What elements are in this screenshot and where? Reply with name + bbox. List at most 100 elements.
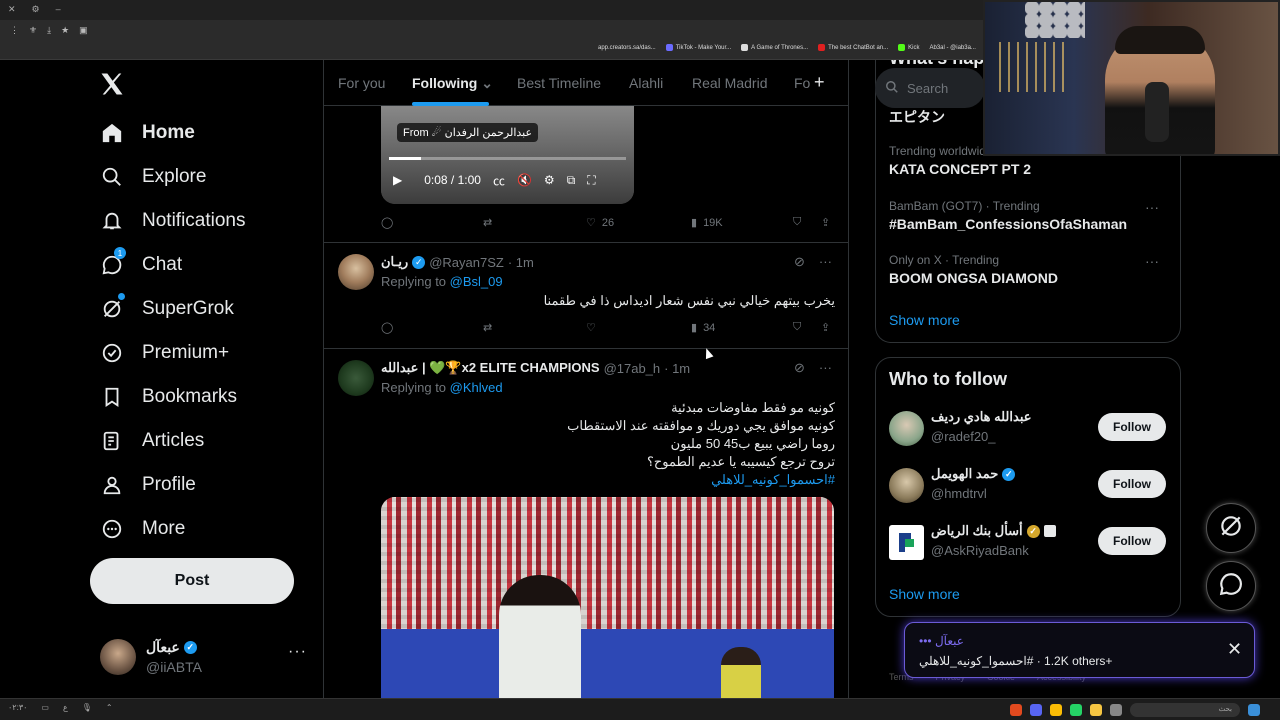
reply-mention-link[interactable]: @Bsl_09 <box>450 274 503 289</box>
keyboard-lang[interactable]: ع <box>63 703 68 712</box>
tab-alahli[interactable]: Alahli <box>629 75 663 91</box>
chevron-up-icon[interactable]: ⌃ <box>106 703 113 712</box>
follow-suggestion[interactable]: عبدالله هادي رديف @radef20_ Follow <box>889 409 1169 449</box>
tweet-author-handle[interactable]: @Rayan7SZ <box>429 255 504 270</box>
follow-suggestion[interactable]: حمد الهويمل ✓ @hmdtrvl Follow <box>889 466 1169 506</box>
tweet-time[interactable]: · 1m <box>508 255 534 270</box>
retweet-icon[interactable]: ⇄ <box>483 321 492 334</box>
follow-button[interactable]: Follow <box>1098 527 1166 555</box>
chrome-icon[interactable] <box>1050 704 1062 716</box>
nav-supergrok[interactable]: SuperGrok <box>100 293 234 324</box>
settings-gear-icon[interactable]: ⚙ <box>544 173 555 187</box>
add-tab-icon[interactable]: + <box>814 72 825 93</box>
tab-best-timeline[interactable]: Best Timeline <box>517 75 601 91</box>
avatar[interactable] <box>338 360 374 396</box>
heart-icon[interactable]: ♡ <box>586 321 596 334</box>
fullscreen-icon[interactable]: ⛶ <box>587 173 595 188</box>
bookmark-item[interactable]: Ab3al - @iab3a... <box>929 44 975 51</box>
grok-icon[interactable]: ⊘ <box>794 254 805 270</box>
video-source-label[interactable]: From ☄ عبدالرحمن الرفدان <box>397 123 539 142</box>
reply-icon[interactable]: ◯ <box>381 321 393 334</box>
bookmark-item[interactable]: TikTok - Make Your... <box>665 44 731 51</box>
account-switcher[interactable]: عبعآل ✓ @iiABTA ··· <box>100 637 310 679</box>
retweet-icon[interactable]: ⇄ <box>483 216 492 229</box>
app-icon[interactable] <box>1110 704 1122 716</box>
hashtag-link[interactable]: #احسموا_كونيه_للاهلي <box>381 471 835 489</box>
mute-icon[interactable]: 🔇 <box>517 173 532 187</box>
extension-icon[interactable]: ⚜ <box>29 25 37 36</box>
follow-button[interactable]: Follow <box>1098 470 1166 498</box>
trend-item[interactable]: BamBam (GOT7) · Trending #BamBam_Confess… <box>889 199 1169 232</box>
views-button[interactable]: ▮ 34 <box>691 321 715 335</box>
show-more-link[interactable]: Show more <box>889 586 960 602</box>
x-logo-icon[interactable] <box>98 70 126 98</box>
views-button[interactable]: ▮ 19K <box>691 216 723 230</box>
more-dots-icon[interactable]: ··· <box>1145 253 1159 269</box>
tweet-author-handle[interactable]: @17ab_h <box>604 361 661 376</box>
nav-profile[interactable]: Profile <box>100 470 196 500</box>
close-window-icon[interactable]: ✕ <box>8 4 16 15</box>
tab-fo[interactable]: Fo <box>794 75 810 91</box>
play-icon[interactable]: ▶ <box>393 173 402 187</box>
tweet-time[interactable]: · 1m <box>664 361 690 376</box>
start-icon[interactable] <box>1248 704 1260 716</box>
follow-suggestion[interactable]: أسأل بنك الرياض ✓ @AskRiyadBank Follow <box>889 523 1169 563</box>
menu-dots-icon[interactable]: ⋮ <box>10 25 19 36</box>
taskbar-search[interactable]: بحث <box>1130 703 1240 717</box>
tweet-photo[interactable] <box>381 497 834 720</box>
nav-premium[interactable]: Premium+ <box>100 338 229 368</box>
share-icon[interactable]: ⇪ <box>821 321 830 334</box>
settings-icon[interactable]: ⚙ <box>32 4 40 15</box>
tweet-author-name[interactable]: ريـان <box>381 254 408 270</box>
bookmark-item[interactable]: app.creators.sa/das... <box>598 44 656 51</box>
avatar[interactable] <box>338 254 374 290</box>
grok-icon[interactable]: ⊘ <box>794 360 805 376</box>
like-button[interactable]: ♡ 26 <box>586 216 614 230</box>
bookmark-item[interactable]: Kick <box>898 44 919 51</box>
window-icon[interactable]: ▭ <box>41 703 49 712</box>
bookmark-tweet-icon[interactable]: ⛉ <box>793 216 801 229</box>
minimize-icon[interactable]: – <box>56 4 61 15</box>
reply-mention-link[interactable]: @Khlved <box>450 380 503 395</box>
more-dots-icon[interactable]: ··· <box>819 360 832 376</box>
captions-icon[interactable]: ㏄ <box>493 172 505 189</box>
download-icon[interactable]: ⤓ <box>47 25 51 36</box>
video-progress-track[interactable] <box>389 157 626 160</box>
show-more-link[interactable]: Show more <box>889 312 960 328</box>
nav-home[interactable]: Home <box>100 118 195 148</box>
nav-chat[interactable]: 1 Chat <box>100 247 182 280</box>
tab-search-icon[interactable]: ▣ <box>79 25 88 36</box>
more-dots-icon[interactable]: ··· <box>819 254 832 270</box>
share-icon[interactable]: ⇪ <box>821 216 830 229</box>
search-input[interactable]: Search <box>875 68 985 108</box>
nav-more[interactable]: More <box>100 514 185 544</box>
tab-real-madrid[interactable]: Real Madrid <box>692 75 767 91</box>
follow-button[interactable]: Follow <box>1098 413 1166 441</box>
brave-icon[interactable] <box>1010 704 1022 716</box>
bookmark-tweet-icon[interactable]: ⛉ <box>793 321 801 334</box>
nav-notifications[interactable]: Notifications <box>100 206 246 236</box>
nav-bookmarks[interactable]: Bookmarks <box>100 382 237 412</box>
discord-icon[interactable] <box>1030 704 1042 716</box>
post-button[interactable]: Post <box>90 558 294 604</box>
pip-icon[interactable]: ⧉ <box>567 173 576 188</box>
notification-toast[interactable]: عبعآل ••• +1.2K others · #احسموا_كونيه_ل… <box>904 622 1255 678</box>
more-dots-icon[interactable]: ··· <box>288 643 307 661</box>
video-player[interactable]: From ☄ عبدالرحمن الرفدان ▶ 0:08 / 1:00 ㏄… <box>381 106 634 204</box>
messages-fab[interactable] <box>1206 561 1256 611</box>
whatsapp-icon[interactable] <box>1070 704 1082 716</box>
grok-fab[interactable] <box>1206 503 1256 553</box>
more-dots-icon[interactable]: ··· <box>1145 199 1159 215</box>
nav-articles[interactable]: Articles <box>100 426 204 456</box>
mic-icon[interactable]: 🎙 <box>82 703 92 712</box>
bookmark-item[interactable]: A Game of Thrones... <box>741 44 808 51</box>
tweet-author-name[interactable]: عبدالله | 💚🏆x2 ELITE CHAMPIONS <box>381 360 600 376</box>
close-icon[interactable]: ✕ <box>1227 639 1242 660</box>
tab-for-you[interactable]: For you <box>338 75 385 91</box>
reply-icon[interactable]: ◯ <box>381 216 393 229</box>
nav-explore[interactable]: Explore <box>100 162 206 192</box>
tab-following[interactable]: Following ⌄ <box>412 75 493 92</box>
folder-icon[interactable] <box>1090 704 1102 716</box>
bookmark-item[interactable]: The best ChatBot an... <box>818 44 888 51</box>
trend-item[interactable]: Only on X · Trending BOOM ONGSA DIAMOND … <box>889 253 1169 286</box>
